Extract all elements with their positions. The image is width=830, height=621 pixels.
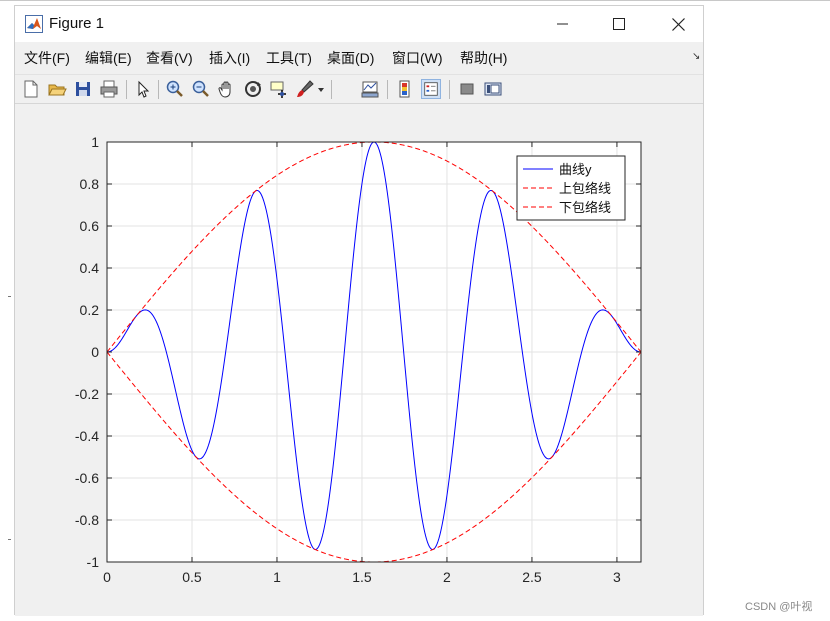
new-figure-icon[interactable] [21, 79, 41, 99]
menu-help[interactable]: 帮助(H) [460, 48, 507, 68]
title-bar: Figure 1 [15, 6, 703, 42]
toolbar [15, 74, 703, 104]
matlab-logo-icon [25, 15, 43, 33]
menu-view[interactable]: 查看(V) [146, 48, 193, 68]
brush-dropdown-icon[interactable] [316, 79, 326, 99]
legend-label: 下包络线 [559, 200, 611, 215]
edit-plot-arrow-icon[interactable] [133, 79, 153, 99]
menu-window[interactable]: 窗口(W) [392, 48, 443, 68]
plot-svg: 0 0.5 1 1.5 2 2.5 3 1 0.8 0.6 0.4 0.2 0 -0.2 -0.4 -0.6 -… [75, 134, 642, 585]
close-button[interactable] [655, 6, 701, 42]
y-tick-label: 1 [91, 134, 99, 150]
scroll-marker [8, 296, 11, 297]
x-tick-label: 0.5 [182, 569, 202, 585]
toolbar-separator [126, 80, 127, 99]
menu-desktop[interactable]: 桌面(D) [327, 48, 374, 68]
show-plot-tools-icon[interactable] [483, 79, 503, 99]
window-title: Figure 1 [49, 15, 105, 32]
y-tick-label: -0.4 [75, 428, 99, 444]
zoom-out-icon[interactable] [191, 79, 211, 99]
brush-icon[interactable] [295, 79, 315, 99]
hide-plot-tools-icon[interactable] [457, 79, 477, 99]
x-tick-label: 3 [613, 569, 621, 585]
x-tick-label: 2 [443, 569, 451, 585]
insert-legend-icon[interactable] [421, 79, 441, 99]
top-border [0, 0, 830, 1]
toolbar-separator [449, 80, 450, 99]
save-icon[interactable] [73, 79, 93, 99]
x-tick-label: 2.5 [522, 569, 542, 585]
toolbar-separator [158, 80, 159, 99]
link-plot-icon[interactable] [360, 79, 380, 99]
zoom-in-icon[interactable] [165, 79, 185, 99]
figure-window: Figure 1 文件(F) 编辑(E) 查看(V) 插入(I) 工具(T) 桌… [14, 5, 704, 616]
menu-insert[interactable]: 插入(I) [209, 48, 250, 68]
y-tick-label: 0.4 [80, 260, 100, 276]
legend-label: 曲线y [559, 162, 592, 177]
minimize-button[interactable] [540, 6, 586, 42]
y-tick-label: -0.8 [75, 512, 99, 528]
y-tick-label: 0 [91, 344, 99, 360]
y-tick-label: 0.6 [80, 218, 100, 234]
print-icon[interactable] [99, 79, 119, 99]
x-tick-label: 1 [273, 569, 281, 585]
y-tick-label: -0.2 [75, 386, 99, 402]
menu-tools[interactable]: 工具(T) [266, 48, 312, 68]
toolbar-separator [331, 80, 332, 99]
menu-edit[interactable]: 编辑(E) [85, 48, 132, 68]
y-tick-label: -1 [87, 554, 100, 570]
minimize-icon [557, 23, 568, 25]
x-tick-label: 0 [103, 569, 111, 585]
figure-canvas: 0 0.5 1 1.5 2 2.5 3 1 0.8 0.6 0.4 0.2 0 -0.2 -0.4 -0.6 -… [15, 105, 703, 616]
close-icon [671, 17, 685, 31]
y-tick-label: 0.8 [80, 176, 100, 192]
menu-expand-icon[interactable]: ↘ [692, 51, 700, 62]
rotate-3d-icon[interactable] [243, 79, 263, 99]
open-file-icon[interactable] [47, 79, 67, 99]
y-tick-label: -0.6 [75, 470, 99, 486]
maximize-button[interactable] [596, 6, 642, 42]
x-tick-label: 1.5 [352, 569, 372, 585]
data-cursor-icon[interactable] [269, 79, 289, 99]
y-tick-label: 0.2 [80, 302, 100, 318]
maximize-icon [613, 18, 625, 30]
pan-hand-icon[interactable] [217, 79, 237, 99]
scroll-marker [8, 539, 11, 540]
insert-colorbar-icon[interactable] [395, 79, 415, 99]
menu-file[interactable]: 文件(F) [24, 48, 70, 68]
toolbar-separator [387, 80, 388, 99]
menu-bar: 文件(F) 编辑(E) 查看(V) 插入(I) 工具(T) 桌面(D) 窗口(W… [15, 44, 703, 72]
watermark-text: CSDN @叶视 [745, 601, 813, 613]
legend-label: 上包络线 [559, 181, 611, 196]
